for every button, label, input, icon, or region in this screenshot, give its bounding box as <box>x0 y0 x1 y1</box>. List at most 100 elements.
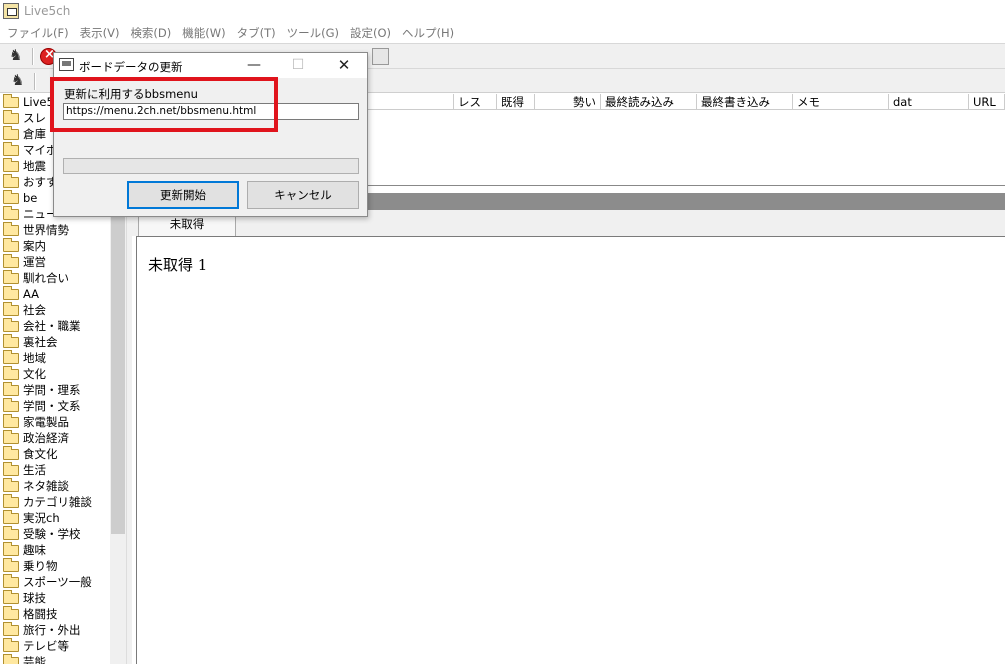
sidebar-item-label: 会社・職業 <box>23 319 81 333</box>
column-header-dat[interactable]: dat <box>889 94 969 110</box>
sidebar-item-label: 社会 <box>23 303 46 317</box>
sidebar-item[interactable]: 格闘技 <box>0 606 110 622</box>
sidebar-item[interactable]: 学問・文系 <box>0 398 110 414</box>
folder-icon <box>3 430 19 444</box>
app-icon <box>3 3 19 19</box>
folder-icon <box>3 126 19 140</box>
folder-icon <box>3 158 19 172</box>
sidebar-item-label: 受験・学校 <box>23 527 81 541</box>
folder-icon <box>3 222 19 236</box>
sidebar-item[interactable]: カテゴリ雑談 <box>0 494 110 510</box>
sidebar-item[interactable]: 政治経済 <box>0 430 110 446</box>
sidebar-item[interactable]: 運営 <box>0 254 110 270</box>
sidebar-item[interactable]: 旅行・外出 <box>0 622 110 638</box>
sidebar-item-label: カテゴリ雑談 <box>23 495 92 509</box>
highlight-annotation <box>50 77 278 132</box>
menu-function[interactable]: 機能(W) <box>179 22 233 42</box>
sidebar-item[interactable]: 芸能 <box>0 654 110 664</box>
start-update-button[interactable]: 更新開始 <box>127 181 239 209</box>
menu-tools[interactable]: ツール(G) <box>284 22 347 42</box>
column-header-url[interactable]: URL <box>969 94 1005 110</box>
sidebar-item-label: 実況ch <box>23 511 60 525</box>
sidebar-item[interactable]: 受験・学校 <box>0 526 110 542</box>
column-header-ikioi[interactable]: 勢い <box>535 94 601 110</box>
sidebar-item[interactable]: ネタ雑談 <box>0 478 110 494</box>
sidebar-item-label: 芸能 <box>23 655 46 664</box>
column-header-last-read[interactable]: 最終読み込み <box>601 94 697 110</box>
sidebar-item[interactable]: 生活 <box>0 462 110 478</box>
sidebar-item[interactable]: 会社・職業 <box>0 318 110 334</box>
sidebar-item[interactable]: 家電製品 <box>0 414 110 430</box>
sidebar-item[interactable]: 趣味 <box>0 542 110 558</box>
folder-icon <box>3 270 19 284</box>
sidebar-item-label: 家電製品 <box>23 415 69 429</box>
column-header-res[interactable]: レス <box>454 94 497 110</box>
sidebar-item[interactable]: AA <box>0 286 110 302</box>
sidebar-item[interactable]: 裏社会 <box>0 334 110 350</box>
sidebar-item[interactable]: 案内 <box>0 238 110 254</box>
sidebar-item[interactable]: スポーツ一般 <box>0 574 110 590</box>
folder-icon <box>3 142 19 156</box>
folder-icon <box>3 190 19 204</box>
menu-tab[interactable]: タブ(T) <box>234 22 284 42</box>
dialog-title-bar[interactable]: ボードデータの更新 — ☐ ✕ <box>54 53 367 78</box>
sidebar-item[interactable]: 地域 <box>0 350 110 366</box>
toolbar-button-icon[interactable] <box>372 48 389 65</box>
thread-view-text: 未取得 1 <box>148 256 208 274</box>
sidebar-item-label: 政治経済 <box>23 431 69 445</box>
folder-icon <box>3 398 19 412</box>
maximize-icon: ☐ <box>291 57 305 73</box>
menu-view[interactable]: 表示(V) <box>77 22 128 42</box>
menu-search[interactable]: 検索(D) <box>127 22 179 42</box>
tab-mishutoku[interactable]: 未取得 <box>138 214 236 236</box>
sidebar-item[interactable]: 馴れ合い <box>0 270 110 286</box>
sidebar-item-label: 趣味 <box>23 543 46 557</box>
folder-icon <box>3 606 19 620</box>
window-title: Live5ch <box>24 4 71 18</box>
folder-icon <box>3 414 19 428</box>
folder-icon <box>3 446 19 460</box>
toolbar-separator <box>32 48 34 65</box>
sidebar-item[interactable]: 社会 <box>0 302 110 318</box>
folder-icon <box>3 462 19 476</box>
sidebar-item-label: 倉庫 <box>23 127 46 141</box>
menu-file[interactable]: ファイル(F) <box>4 22 77 42</box>
sidebar-item-label: 案内 <box>23 239 46 253</box>
close-icon[interactable]: ✕ <box>324 55 364 77</box>
sidebar-item[interactable]: テレビ等 <box>0 638 110 654</box>
folder-icon <box>3 238 19 252</box>
folder-icon <box>3 174 19 188</box>
column-header-kitoku[interactable]: 既得 <box>497 94 535 110</box>
folder-icon <box>3 494 19 508</box>
folder-icon <box>3 574 19 588</box>
sidebar-item[interactable]: 文化 <box>0 366 110 382</box>
folder-icon <box>3 638 19 652</box>
folder-icon <box>3 366 19 380</box>
board-icon[interactable] <box>10 71 27 90</box>
toolbar-separator <box>34 73 36 90</box>
minimize-icon[interactable]: — <box>234 55 274 77</box>
sidebar-item[interactable]: 実況ch <box>0 510 110 526</box>
bird-icon[interactable] <box>8 46 25 65</box>
sidebar-item[interactable]: 球技 <box>0 590 110 606</box>
dialog-icon <box>59 58 74 71</box>
sidebar-item[interactable]: 乗り物 <box>0 558 110 574</box>
folder-icon <box>3 254 19 268</box>
sidebar-item-label: スポーツ一般 <box>23 575 92 589</box>
folder-icon <box>3 110 19 124</box>
cancel-button[interactable]: キャンセル <box>247 181 359 209</box>
folder-icon <box>3 510 19 524</box>
sidebar-item-label: 球技 <box>23 591 46 605</box>
folder-icon <box>3 382 19 396</box>
column-header-memo[interactable]: メモ <box>793 94 889 110</box>
sidebar-item[interactable]: 世界情勢 <box>0 222 110 238</box>
sidebar-item-label: 乗り物 <box>23 559 58 573</box>
menu-bar: ファイル(F) 表示(V) 検索(D) 機能(W) タブ(T) ツール(G) 設… <box>0 22 1005 42</box>
column-header-last-write[interactable]: 最終書き込み <box>697 94 793 110</box>
menu-help[interactable]: ヘルプ(H) <box>399 22 462 42</box>
sidebar-item[interactable]: 食文化 <box>0 446 110 462</box>
sidebar-item-label: 旅行・外出 <box>23 623 81 637</box>
sidebar-item-label: 学問・理系 <box>23 383 81 397</box>
menu-settings[interactable]: 設定(O) <box>347 22 399 42</box>
sidebar-item[interactable]: 学問・理系 <box>0 382 110 398</box>
